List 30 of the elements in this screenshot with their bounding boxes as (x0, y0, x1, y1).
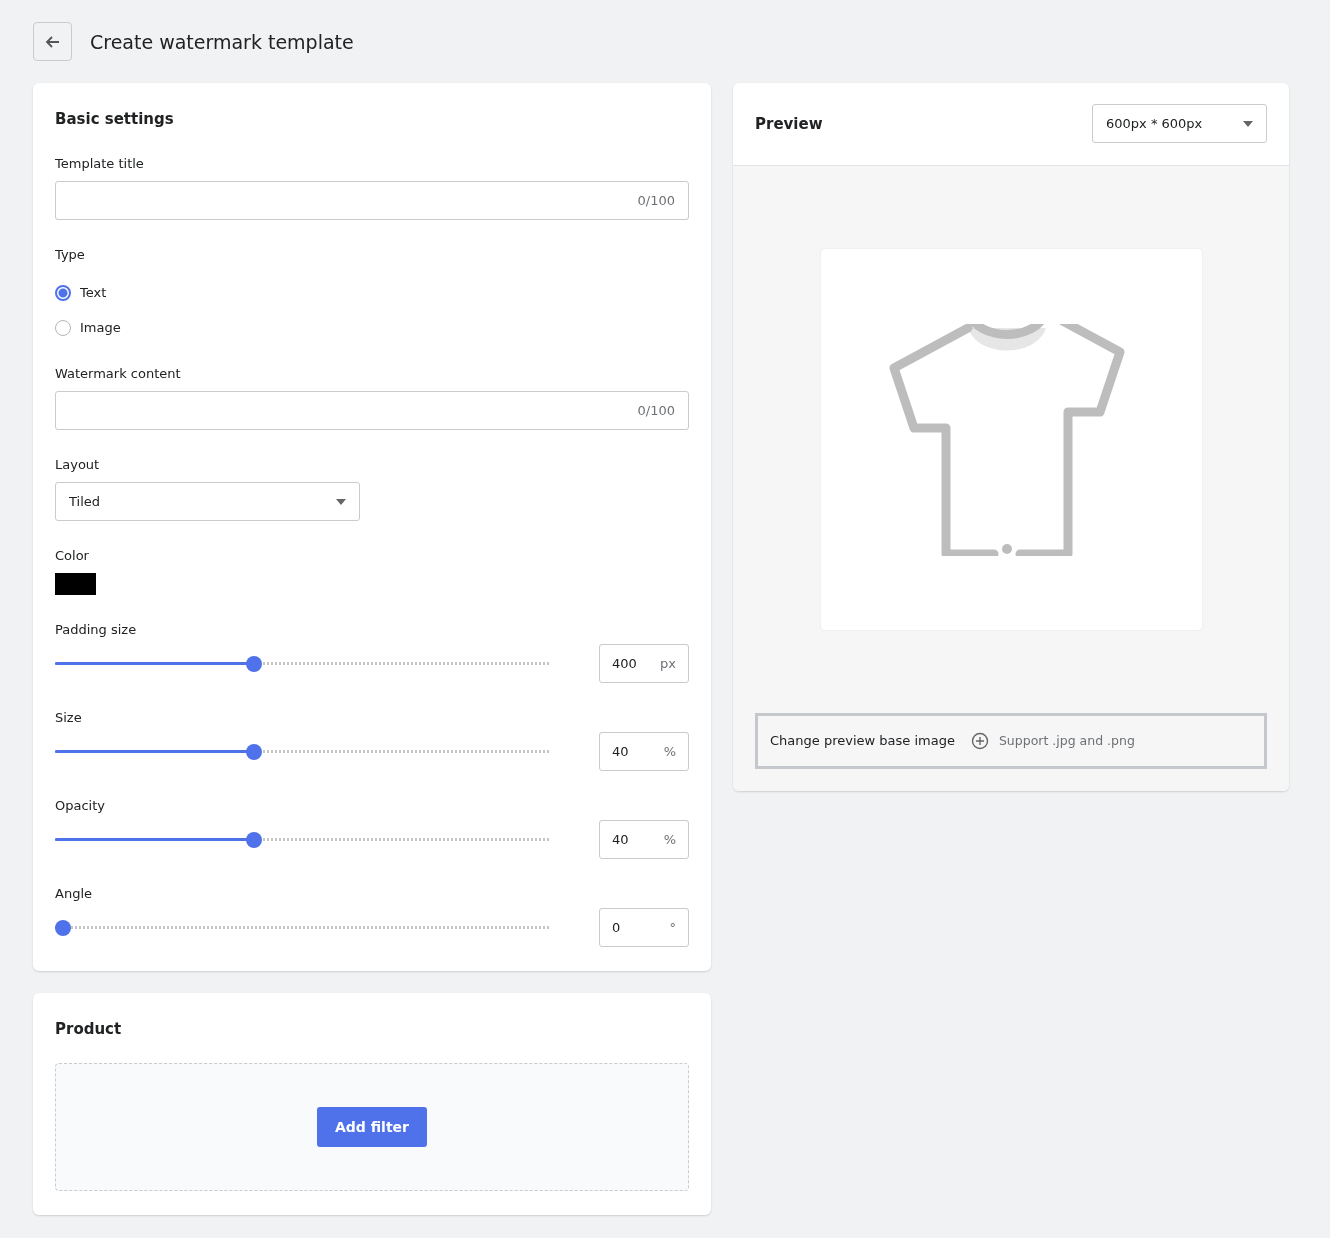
color-swatch[interactable] (55, 573, 96, 595)
text-input[interactable]: 0/100 (55, 181, 689, 220)
plus-icon (970, 732, 989, 750)
field-label: Template title (55, 155, 145, 173)
size-select[interactable]: 600px * 600px (1092, 104, 1267, 143)
number-input[interactable]: 40 % (599, 732, 689, 771)
card-title: Preview (755, 113, 823, 134)
card-title: Product (55, 1019, 123, 1039)
caret-icon (1243, 120, 1253, 127)
text-input[interactable]: 0/100 (55, 391, 689, 430)
radio-option[interactable]: Text (55, 282, 689, 304)
number-input[interactable]: 0 ° (599, 908, 689, 947)
field-label: Watermark content (55, 365, 182, 383)
radio-option[interactable]: Image (55, 317, 689, 339)
field-label: Size (55, 709, 83, 727)
number-input[interactable]: 40 % (599, 820, 689, 859)
change-image-button[interactable]: Change preview base image Support .jpg and .png (755, 713, 1267, 769)
back-button[interactable] (33, 22, 72, 61)
field-label: Opacity (55, 797, 106, 815)
field-label: Type (55, 246, 86, 264)
card-title: Basic settings (55, 109, 175, 129)
field-label: Layout (55, 456, 101, 474)
field-label: Padding size (55, 621, 138, 639)
page-title: Create watermark template (90, 29, 354, 55)
caret-icon (336, 498, 346, 505)
number-input[interactable]: 400 px (599, 644, 689, 683)
layout-select[interactable]: Tiled (55, 482, 360, 521)
field-label: Color (55, 547, 90, 565)
field-label: Angle (55, 885, 93, 903)
add-filter-button[interactable]: Add filter (317, 1107, 427, 1147)
